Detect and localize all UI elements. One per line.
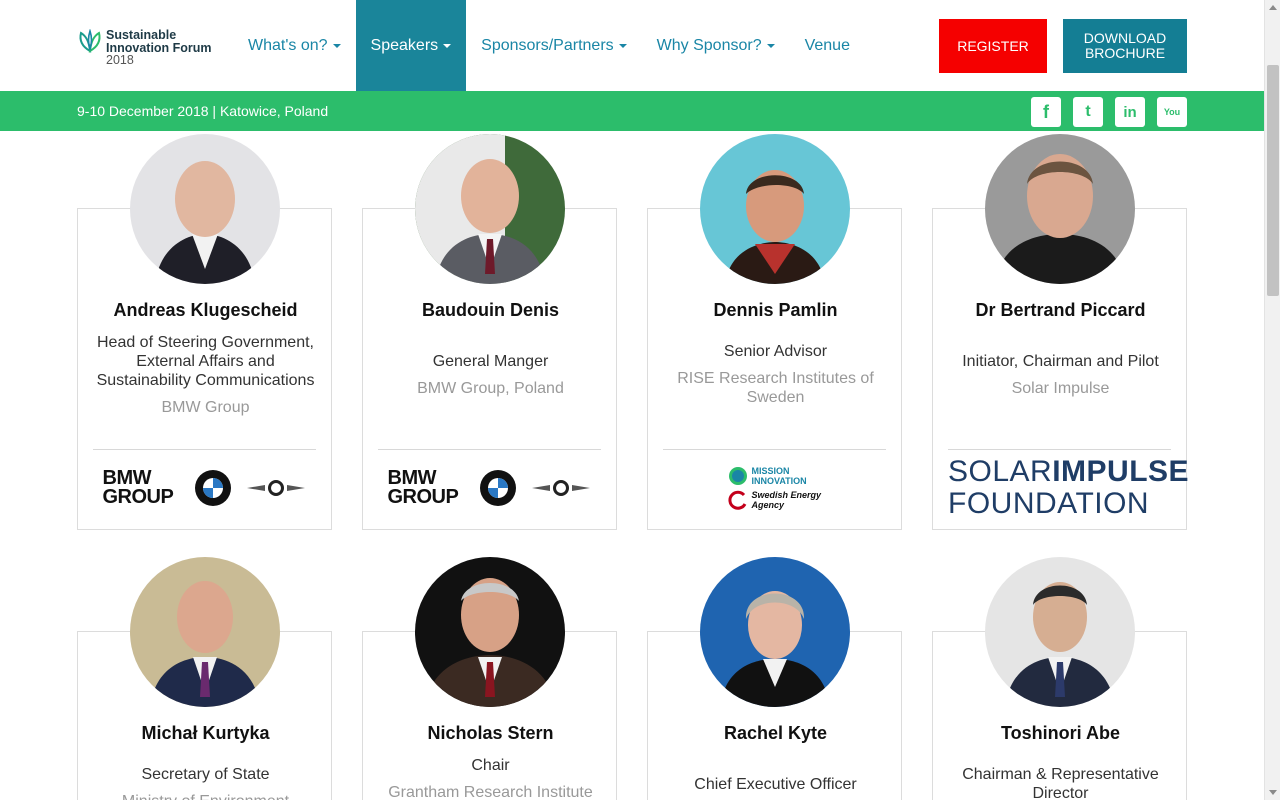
chevron-down-icon — [766, 43, 775, 48]
facebook-icon[interactable]: f — [1031, 97, 1061, 127]
speaker-photo — [130, 134, 280, 284]
scrollbar-thumb[interactable] — [1267, 65, 1279, 296]
vertical-scrollbar[interactable] — [1264, 0, 1280, 800]
speaker-org: Grantham Research Institute — [388, 784, 593, 800]
linkedin-icon[interactable]: in — [1115, 97, 1145, 127]
nav-whats-on-label: What's on? — [248, 36, 328, 54]
speaker-photo — [700, 557, 850, 707]
speaker-role: Chief Executive Officer — [694, 776, 857, 793]
mini-logo-icon — [245, 479, 307, 497]
logo-year: 2018 — [106, 53, 134, 67]
logo-line-1: Sustainable — [106, 28, 177, 42]
nav-whats-on[interactable]: What's on? — [233, 0, 356, 91]
speaker-photo — [700, 134, 850, 284]
leaf-logo-icon — [79, 29, 101, 53]
speaker-role: Chair — [471, 757, 510, 774]
mission-innovation-icon — [728, 467, 747, 485]
scroll-up-arrow-icon[interactable] — [1269, 5, 1277, 10]
speaker-role: Secretary of State — [141, 766, 270, 783]
swedish-energy-agency-logo: Swedish Energy Agency — [727, 490, 822, 510]
nav-speakers-label: Speakers — [370, 36, 439, 54]
speaker-role: Senior Advisor — [723, 343, 828, 360]
nav-why-sponsor-label: Why Sponsor? — [656, 36, 762, 54]
mission-innovation-logo: MISSION INNOVATION — [728, 466, 822, 486]
sponsor-logos: MISSION INNOVATION Swedish Energy Agency — [663, 453, 886, 523]
divider — [93, 449, 316, 450]
scroll-down-arrow-icon[interactable] — [1269, 790, 1277, 795]
nav-sponsors-label: Sponsors/Partners — [481, 36, 614, 54]
bmw-roundel-icon — [479, 470, 516, 506]
speaker-name: Dennis Pamlin — [713, 300, 838, 320]
speaker-role: Initiator, Chairman and Pilot — [962, 353, 1159, 370]
divider — [948, 449, 1171, 450]
speaker-role: Chairman & Representative Director — [962, 766, 1159, 800]
speaker-name: Michał Kurtyka — [141, 723, 270, 743]
speaker-org: BMW Group — [161, 399, 250, 416]
bmw-group-logo: BMW GROUP — [387, 467, 459, 508]
speaker-name: Nicholas Stern — [427, 723, 554, 743]
speaker-photo — [130, 557, 280, 707]
speaker-name: Rachel Kyte — [723, 723, 828, 743]
mini-logo-icon — [530, 479, 592, 497]
site-header: Sustainable Innovation Forum 2018 What's… — [0, 0, 1264, 91]
speaker-photo — [415, 557, 565, 707]
main-nav: What's on? Speakers Sponsors/Partners Wh… — [233, 0, 865, 91]
speaker-name: Baudouin Denis — [421, 300, 559, 320]
speaker-name: Dr Bertrand Piccard — [975, 300, 1146, 320]
nav-sponsors-partners[interactable]: Sponsors/Partners — [466, 0, 642, 91]
speaker-name: Andreas Klugescheid — [113, 300, 298, 320]
swedish-energy-icon — [727, 490, 746, 510]
event-date-location: 9-10 December 2018 | Katowice, Poland — [77, 103, 329, 119]
sponsor-logos: BMW GROUP — [93, 453, 316, 523]
bmw-group-logo: BMW GROUP — [102, 467, 174, 508]
chevron-down-icon — [332, 43, 341, 48]
youtube-icon[interactable]: You — [1157, 97, 1187, 127]
twitter-icon[interactable]: t — [1073, 97, 1103, 127]
register-button[interactable]: REGISTER — [939, 19, 1047, 73]
bmw-roundel-icon — [194, 470, 231, 506]
nav-venue-label: Venue — [804, 36, 850, 54]
speaker-photo — [985, 134, 1135, 284]
speaker-org: Solar Impulse — [1011, 380, 1110, 397]
chevron-down-icon — [443, 43, 452, 48]
speaker-photo — [415, 134, 565, 284]
speaker-role: Head of Steering Government, External Af… — [96, 334, 315, 389]
sponsor-logos: BMW GROUP — [378, 453, 601, 523]
speaker-role: General Manger — [432, 353, 549, 370]
solar-impulse-foundation-logo: SOLARIMPULSE FOUNDATION — [948, 455, 1190, 520]
chevron-down-icon — [618, 43, 627, 48]
social-links: f t in You — [1031, 97, 1187, 127]
speaker-org: Ministry of Environment — [78, 792, 333, 800]
nav-speakers[interactable]: Speakers — [355, 0, 467, 91]
partner-logos: MISSION INNOVATION Swedish Energy Agency — [727, 466, 822, 510]
speaker-org: BMW Group, Poland — [417, 380, 564, 397]
nav-venue[interactable]: Venue — [790, 0, 865, 91]
event-bar: 9-10 December 2018 | Katowice, Poland f … — [0, 91, 1264, 131]
speaker-photo — [985, 557, 1135, 707]
divider — [378, 449, 601, 450]
site-logo[interactable]: Sustainable Innovation Forum 2018 — [77, 29, 227, 69]
download-brochure-button[interactable]: DOWNLOAD BROCHURE — [1063, 19, 1187, 73]
divider — [663, 449, 886, 450]
speaker-org: RISE Research Institutes of Sweden — [677, 370, 874, 406]
speaker-name: Toshinori Abe — [1001, 723, 1120, 743]
nav-why-sponsor[interactable]: Why Sponsor? — [642, 0, 790, 91]
